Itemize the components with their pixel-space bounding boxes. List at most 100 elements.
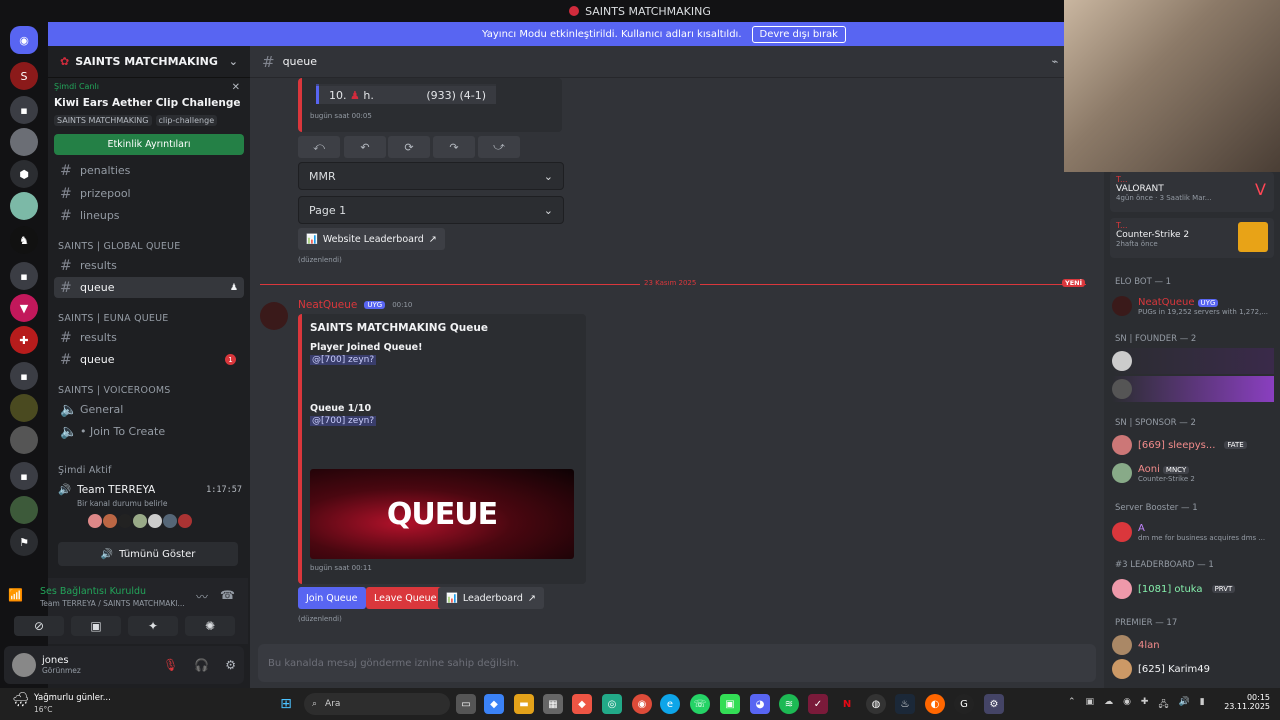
battery-icon[interactable]: ▮ xyxy=(1200,697,1205,713)
avatar[interactable] xyxy=(88,514,102,528)
server-icon[interactable] xyxy=(10,128,38,156)
tray-app-icon[interactable]: ☁ xyxy=(1104,697,1113,713)
activity-card[interactable]: T... Counter-Strike 2 2hafta önce xyxy=(1110,218,1274,258)
app-icon[interactable]: ◆ xyxy=(572,694,592,714)
leaderboard-button[interactable]: 📊 Leaderboard ↗ xyxy=(438,587,544,609)
show-all-button[interactable]: 🔊 Tümünü Göster xyxy=(58,542,238,566)
leave-queue-button[interactable]: Leave Queue xyxy=(366,587,445,609)
discord-taskbar-icon[interactable]: ◕ xyxy=(750,694,770,714)
channel-prizepool[interactable]: # prizepool xyxy=(54,183,244,204)
event-details-button[interactable]: Etkinlik Ayrıntıları xyxy=(54,134,244,155)
previous-page-icon[interactable]: ↶ xyxy=(344,136,386,158)
channel-lineups[interactable]: # lineups xyxy=(54,205,244,226)
category-euna-queue[interactable]: SAINTS | EUNA QUEUE xyxy=(58,313,168,324)
file-explorer-icon[interactable]: ▬ xyxy=(514,694,534,714)
active-voice-channel[interactable]: 🔊 Team TERREYA 1:17:57 xyxy=(58,483,242,497)
mic-muted-icon[interactable]: 🎙 xyxy=(163,658,178,672)
message-input[interactable]: Bu kanalda mesaj gönderme iznine sahip d… xyxy=(258,644,1096,682)
app-icon[interactable]: ✓ xyxy=(808,694,828,714)
avatar[interactable] xyxy=(178,514,192,528)
threads-icon[interactable]: ⌁ xyxy=(1052,55,1059,68)
copilot-icon[interactable]: ◆ xyxy=(484,694,504,714)
server-icon[interactable] xyxy=(10,192,38,220)
category-global-queue[interactable]: SAINTS | GLOBAL QUEUE xyxy=(58,241,180,252)
avatar[interactable] xyxy=(148,514,162,528)
store-icon[interactable]: ▦ xyxy=(543,694,563,714)
app-icon[interactable]: ◍ xyxy=(866,694,886,714)
page-select[interactable]: Page 1 ⌄ xyxy=(298,196,564,224)
noise-suppression-icon[interactable]: 〰 xyxy=(196,588,208,605)
disconnect-icon[interactable]: ☎ xyxy=(220,588,235,602)
netflix-icon[interactable]: N xyxy=(837,694,857,714)
channel-global-results[interactable]: # results xyxy=(54,255,244,276)
server-icon[interactable]: ▼ xyxy=(10,294,38,322)
weather-icon[interactable]: 🌧 xyxy=(12,692,30,708)
tray-app-icon[interactable]: ✚ xyxy=(1141,697,1149,713)
avatar[interactable] xyxy=(163,514,177,528)
member-item[interactable]: NeatQueue UYG PUGs in 19,252 servers with … xyxy=(1112,293,1274,319)
chevron-up-icon[interactable]: ⌃ xyxy=(1068,697,1076,713)
refresh-icon[interactable]: ⟳ xyxy=(388,136,430,158)
event-channel-tag[interactable]: clip-challenge xyxy=(155,115,218,126)
member-item[interactable]: 4lan xyxy=(1112,632,1274,658)
app-icon[interactable]: ▣ xyxy=(720,694,740,714)
joined-mention[interactable]: @[700] zeyn? xyxy=(310,355,377,365)
avatar[interactable] xyxy=(118,514,132,528)
server-icon[interactable]: ⚑ xyxy=(10,528,38,556)
voice-status[interactable]: Ses Bağlantısı Kuruldu xyxy=(40,586,146,597)
weather-text[interactable]: Yağmurlu günler... xyxy=(34,693,111,703)
folder-icon[interactable]: ▪ xyxy=(10,262,38,290)
folder-icon[interactable]: ▪ xyxy=(10,96,38,124)
task-view-icon[interactable]: ▭ xyxy=(456,694,476,714)
tray-app-icon[interactable]: ◉ xyxy=(1123,697,1131,713)
activities-icon[interactable]: ✦ xyxy=(128,616,178,636)
server-icon[interactable] xyxy=(10,496,38,524)
member-item[interactable]: Adm me for business acquires dms ... xyxy=(1112,519,1274,545)
member-item[interactable] xyxy=(1112,348,1274,374)
app-icon[interactable]: ◐ xyxy=(925,694,945,714)
server-icon[interactable]: S xyxy=(10,62,38,90)
folder-icon[interactable]: ▪ xyxy=(10,462,38,490)
queue-mention[interactable]: @[700] zeyn? xyxy=(310,416,377,426)
soundboard-icon[interactable]: ✺ xyxy=(185,616,235,636)
server-header[interactable]: ✿ SAINTS MATCHMAKING ⌄ xyxy=(48,46,250,78)
steam-icon[interactable]: ♨ xyxy=(895,694,915,714)
clock[interactable]: 00:15 23.11.2025 xyxy=(1224,693,1270,711)
server-icon[interactable] xyxy=(10,394,38,422)
activity-card[interactable]: T... VALORANT 4gün önce · 3 Saatlik Mar.… xyxy=(1110,172,1274,212)
website-leaderboard-button[interactable]: 📊 Website Leaderboard ↗ xyxy=(298,228,445,250)
next-page-icon[interactable]: ↷ xyxy=(433,136,475,158)
member-item[interactable]: [625] Karim49 xyxy=(1112,656,1274,682)
gear-icon[interactable]: ⚙ xyxy=(225,658,236,672)
user-info[interactable]: jones Görünmez xyxy=(42,655,81,675)
server-icon[interactable]: ⬢ xyxy=(10,160,38,188)
channel-euna-results[interactable]: # results xyxy=(54,327,244,348)
avatar[interactable] xyxy=(103,514,117,528)
camera-off-icon[interactable]: ⊘ xyxy=(14,616,64,636)
discord-home-icon[interactable]: ◉ xyxy=(10,26,38,54)
close-icon[interactable]: ✕ xyxy=(232,82,240,93)
member-item[interactable]: Aoni MNCY Counter-Strike 2 xyxy=(1112,460,1274,486)
avatar[interactable] xyxy=(260,302,288,330)
member-item[interactable]: [1081] otuka PRVT xyxy=(1112,576,1274,602)
volume-icon[interactable]: 🔊 xyxy=(1179,697,1190,713)
avatar[interactable] xyxy=(12,653,36,677)
voice-location[interactable]: Team TERREYA / SAINTS MATCHMAKI... xyxy=(40,599,185,608)
last-page-icon[interactable]: ⤻ xyxy=(478,136,520,158)
app-icon[interactable]: G xyxy=(954,694,974,714)
member-item[interactable]: [669] sleepys... FATE xyxy=(1112,432,1274,458)
server-icon[interactable]: ✚ xyxy=(10,326,38,354)
chevron-down-icon[interactable]: ⌄ xyxy=(229,55,238,68)
category-voicerooms[interactable]: SAINTS | VOICEROOMS xyxy=(58,385,171,396)
server-icon[interactable] xyxy=(10,426,38,454)
first-page-icon[interactable]: ⤺ xyxy=(298,136,340,158)
channel-global-queue[interactable]: # queue ♟ xyxy=(54,277,244,298)
join-queue-button[interactable]: Join Queue xyxy=(298,587,366,609)
queue-banner-image[interactable]: QUEUE xyxy=(310,469,574,559)
event-server-tag[interactable]: SAINTS MATCHMAKING xyxy=(54,115,152,126)
channel-penalties[interactable]: # penalties xyxy=(54,160,244,181)
spotify-icon[interactable]: ≋ xyxy=(779,694,799,714)
headphones-icon[interactable]: 🎧 xyxy=(194,658,209,672)
windows-start-icon[interactable]: ⊞ xyxy=(276,694,296,714)
voice-channel-general[interactable]: 🔈 General xyxy=(54,399,244,420)
